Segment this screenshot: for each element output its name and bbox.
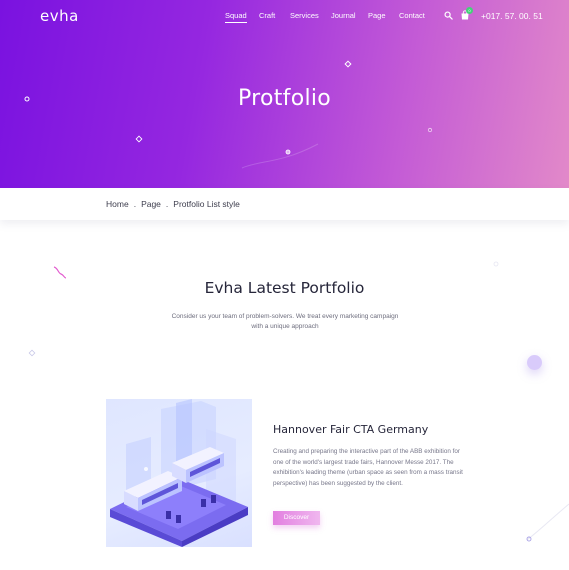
phone-number[interactable]: +017. 57. 00. 51	[481, 11, 543, 21]
circle-deco-icon	[24, 96, 30, 102]
breadcrumb-separator: .	[133, 199, 137, 209]
portfolio-image[interactable]	[106, 399, 252, 547]
breadcrumb-current: Protfolio List style	[173, 199, 240, 209]
cart-count-badge: 0	[466, 7, 473, 14]
breadcrumb-home[interactable]: Home	[106, 199, 129, 209]
diamond-deco-icon	[135, 135, 143, 143]
breadcrumb-bar: Home. Page. Protfolio List style	[0, 188, 569, 220]
diamond-deco-icon	[28, 349, 36, 357]
wave-deco-icon	[241, 143, 319, 169]
diamond-deco-icon	[344, 60, 352, 68]
breadcrumb: Home. Page. Protfolio List style	[106, 199, 240, 209]
page-title: Protfolio	[237, 86, 332, 111]
section-title: Evha Latest Portfolio	[204, 279, 365, 297]
discover-button[interactable]: Discover	[273, 511, 320, 525]
circle-deco-icon	[427, 127, 433, 133]
line-deco-icon	[526, 503, 569, 542]
portfolio-title[interactable]: Hannover Fair CTA Germany	[273, 423, 428, 436]
nav-item-page[interactable]: Page	[368, 11, 386, 20]
nav-item-journal[interactable]: Journal	[331, 11, 356, 20]
nav-item-squad[interactable]: Squad	[225, 11, 247, 23]
circle-deco-icon	[493, 261, 499, 267]
nav-item-craft[interactable]: Craft	[259, 11, 275, 20]
section-description: Consider us your team of problem-solvers…	[171, 313, 399, 330]
breadcrumb-page[interactable]: Page	[141, 199, 161, 209]
purple-bubble-deco	[527, 355, 542, 370]
portfolio-description: Creating and preparing the interactive p…	[273, 448, 463, 487]
hero-banner: evha Squad Craft Services Journal Page C…	[0, 0, 569, 188]
breadcrumb-separator: .	[165, 199, 169, 209]
search-icon[interactable]	[444, 11, 453, 20]
nav-item-contact[interactable]: Contact	[399, 11, 425, 20]
isometric-train-illustration	[110, 399, 248, 547]
squiggle-deco-icon	[53, 266, 67, 279]
nav-item-services[interactable]: Services	[290, 11, 319, 20]
